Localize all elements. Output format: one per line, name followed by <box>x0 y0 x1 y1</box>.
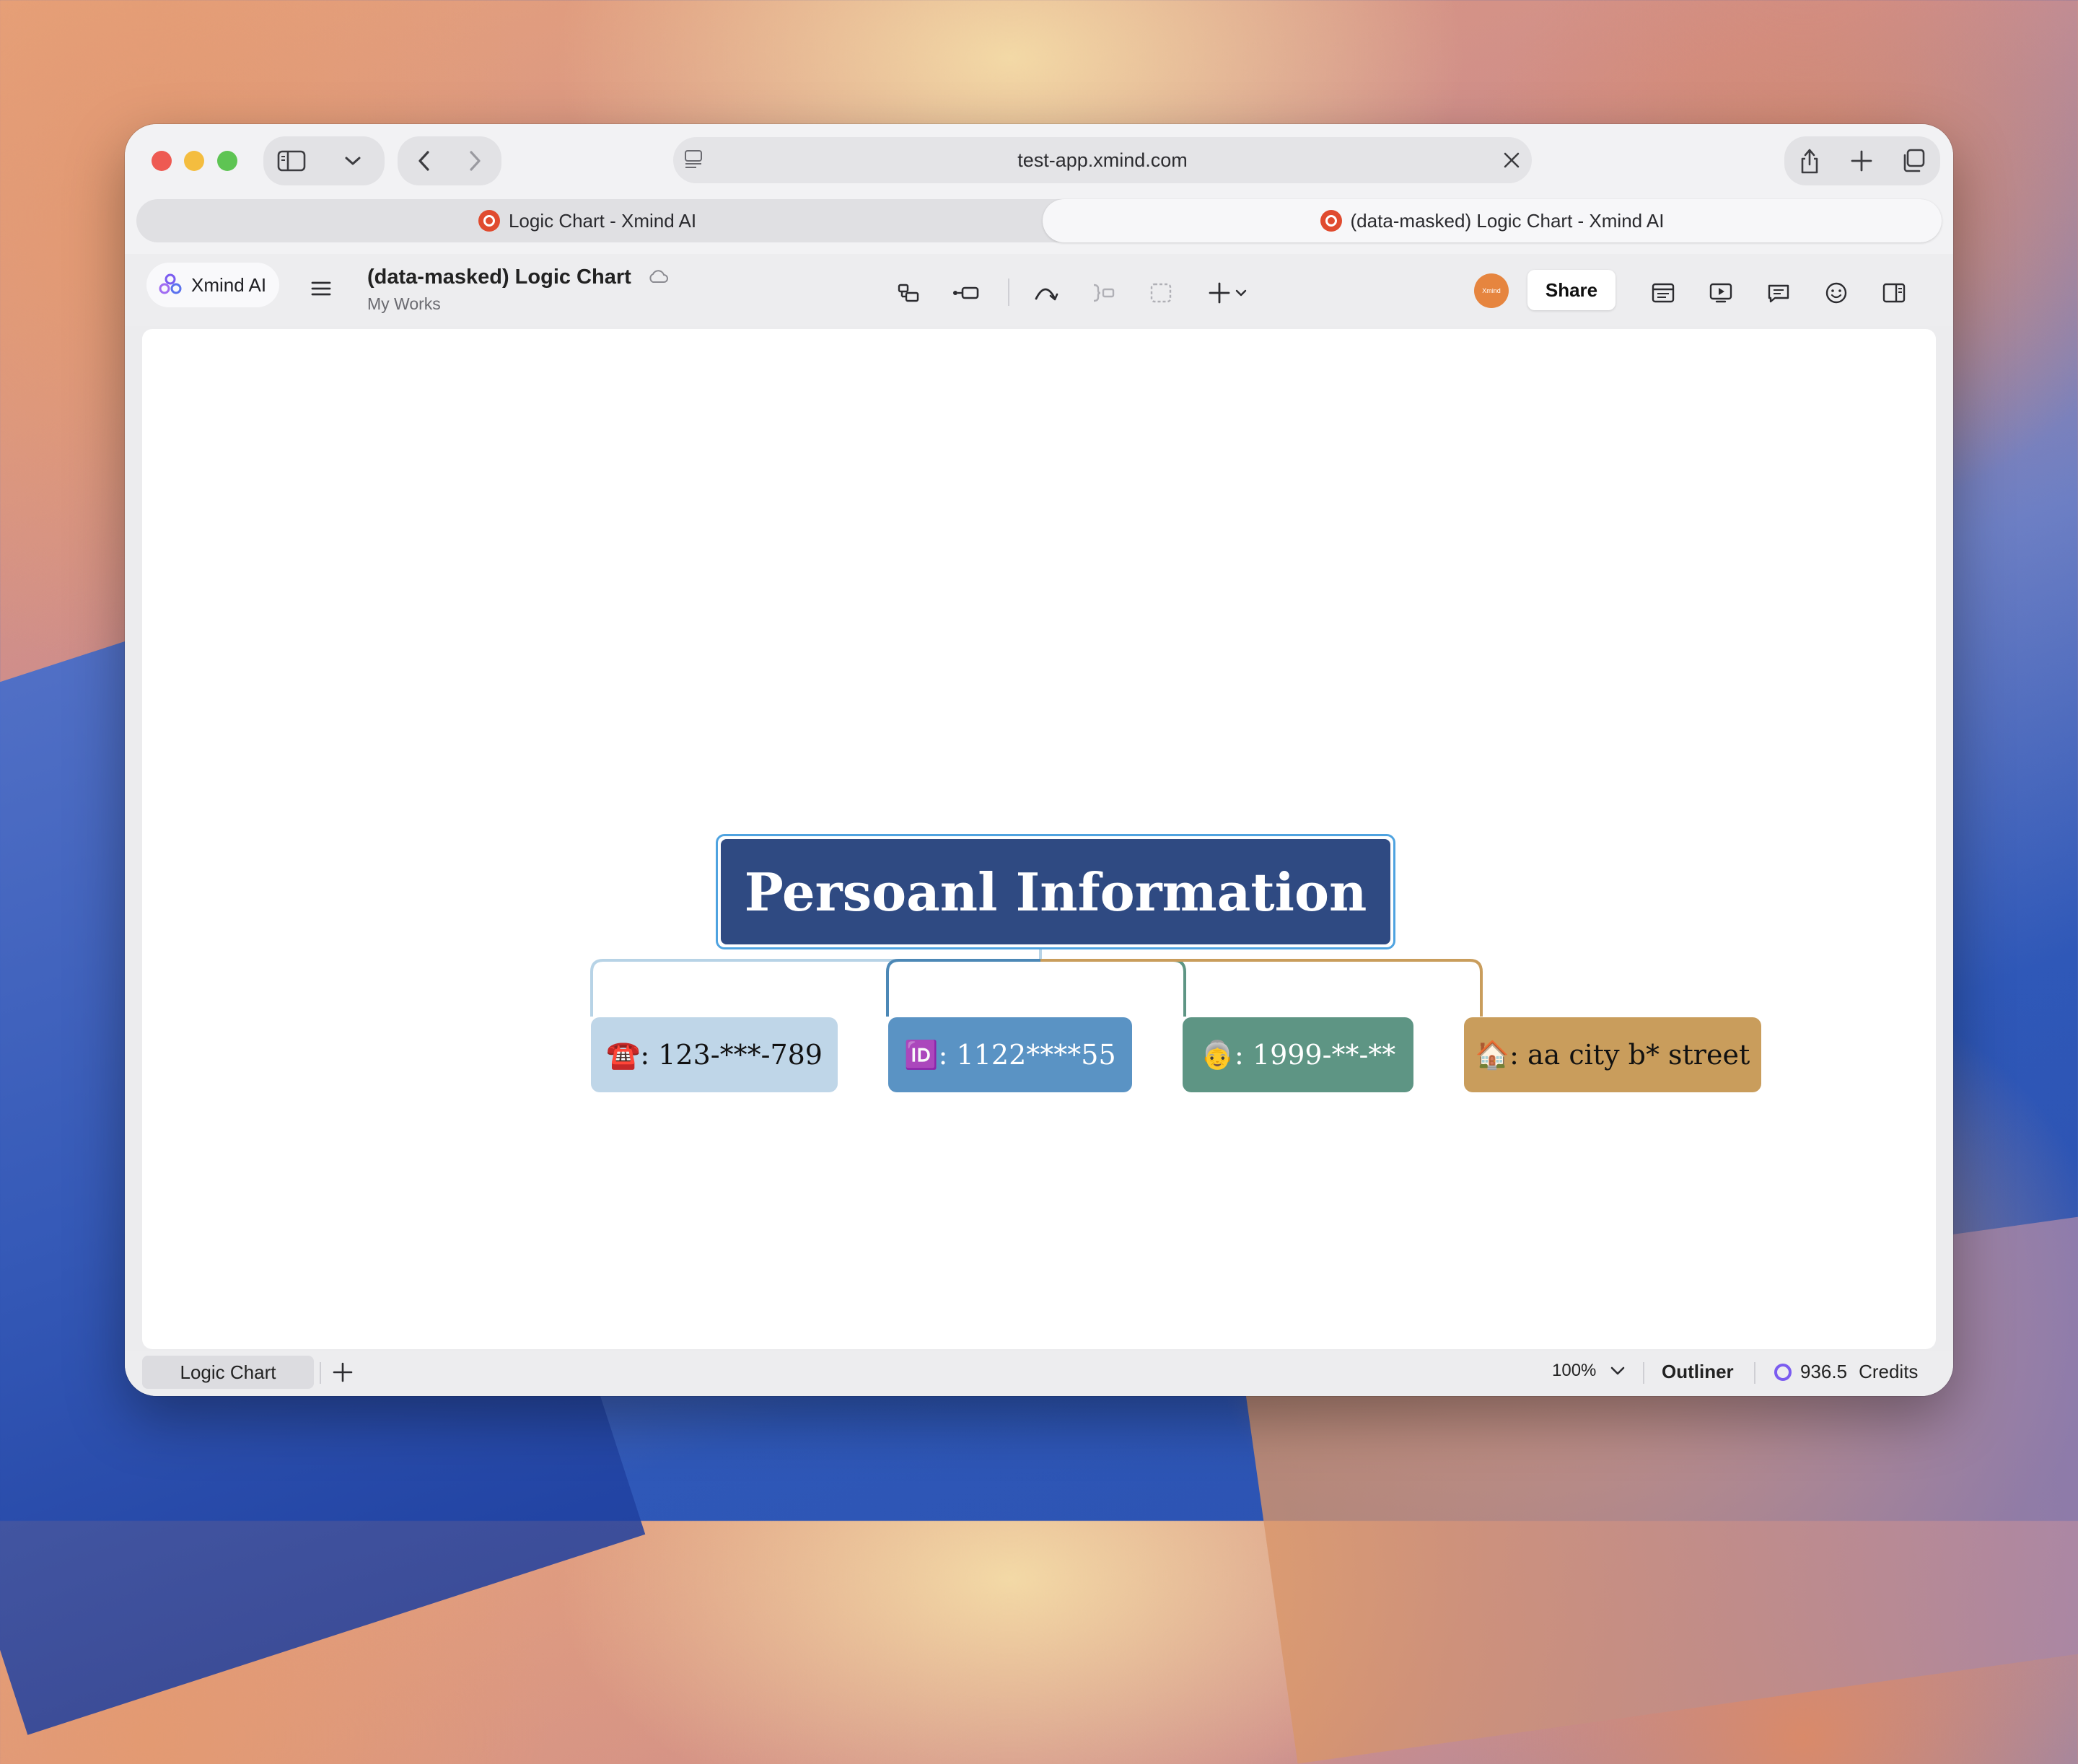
cloud-sync-icon <box>647 266 669 289</box>
minimize-window-button[interactable] <box>184 151 204 171</box>
status-divider <box>1643 1362 1644 1384</box>
emoji-sticker-icon[interactable] <box>1820 277 1852 309</box>
menu-icon[interactable] <box>305 273 337 304</box>
boundary-icon <box>1145 277 1177 309</box>
topic-id[interactable]: 🆔: 1122****55 <box>888 1017 1132 1092</box>
zoom-value: 100% <box>1552 1361 1597 1380</box>
avatar-text: Xmind <box>1482 287 1501 294</box>
tab-overview-icon[interactable] <box>1895 143 1932 179</box>
tab-strip: Logic Chart - Xmind AI (data-masked) Log… <box>136 199 1942 242</box>
browser-tab[interactable]: Logic Chart - Xmind AI <box>136 199 1038 242</box>
right-panel-toggle-icon[interactable] <box>1878 277 1910 309</box>
pitch-present-icon[interactable] <box>1705 277 1737 309</box>
document-title[interactable]: (data-masked) Logic Chart <box>367 266 669 290</box>
add-sheet-icon[interactable] <box>328 1358 357 1387</box>
topic-birthday[interactable]: 👵: 1999-**-** <box>1183 1017 1413 1092</box>
url-text: test-app.xmind.com <box>1017 149 1188 171</box>
document-location[interactable]: My Works <box>367 294 441 314</box>
forward-icon[interactable] <box>457 146 493 176</box>
avatar[interactable]: Xmind <box>1474 273 1509 308</box>
sheet-divider <box>320 1362 321 1384</box>
relationship-icon[interactable] <box>1030 277 1061 309</box>
sidebar-icon[interactable] <box>273 146 310 176</box>
xmind-favicon-icon <box>1320 210 1342 232</box>
document-title-text: (data-masked) Logic Chart <box>367 266 631 289</box>
chevron-down-icon[interactable] <box>338 146 367 176</box>
credits-indicator[interactable]: 936.5 Credits <box>1773 1361 1918 1383</box>
close-window-button[interactable] <box>152 151 172 171</box>
insert-topic-before-icon[interactable] <box>893 277 924 309</box>
topic-address[interactable]: 🏠: aa city b* street <box>1464 1017 1761 1092</box>
comments-icon[interactable] <box>1763 277 1794 309</box>
credits-ring-icon <box>1773 1362 1793 1382</box>
browser-tab-label: Logic Chart - Xmind AI <box>508 209 697 232</box>
central-topic[interactable]: Persoanl Information <box>716 834 1395 949</box>
mind-map-canvas[interactable]: Persoanl Information ☎️: 123-***-789 🆔: … <box>142 329 1936 1349</box>
xmind-favicon-icon <box>478 210 500 232</box>
page-settings-icon[interactable] <box>683 149 703 175</box>
insert-subtopic-icon[interactable] <box>950 277 982 309</box>
brand-label: Xmind AI <box>191 273 267 296</box>
format-panel-icon[interactable] <box>1647 277 1679 309</box>
zoom-window-button[interactable] <box>217 151 237 171</box>
xmind-logo-icon <box>158 273 183 297</box>
browser-window: test-app.xmind.com Logic Chart - Xmind A… <box>125 124 1953 1396</box>
share-button[interactable]: Share <box>1527 270 1616 310</box>
topic-label: 👵: 1999-**-** <box>1200 1038 1396 1071</box>
credits-label: Credits <box>1859 1361 1919 1382</box>
sheet-tab[interactable]: Logic Chart <box>142 1356 314 1389</box>
address-bar[interactable]: test-app.xmind.com <box>673 137 1532 183</box>
new-tab-icon[interactable] <box>1844 143 1880 179</box>
chevron-down-icon <box>1610 1361 1626 1380</box>
toolbar-divider <box>1008 278 1009 306</box>
back-icon[interactable] <box>406 146 442 176</box>
share-page-icon[interactable] <box>1792 143 1828 179</box>
outliner-button[interactable]: Outliner <box>1662 1361 1734 1383</box>
browser-tab-active[interactable]: (data-masked) Logic Chart - Xmind AI <box>1043 199 1942 242</box>
central-topic-label: Persoanl Information <box>721 839 1390 944</box>
clear-url-icon[interactable] <box>1501 150 1522 175</box>
topic-label: ☎️: 123-***-789 <box>606 1038 823 1071</box>
summary-icon <box>1087 277 1119 309</box>
credits-value: 936.5 <box>1800 1361 1848 1382</box>
xmind-ai-menu[interactable]: Xmind AI <box>146 263 279 307</box>
topic-label: 🆔: 1122****55 <box>904 1038 1116 1071</box>
status-divider <box>1754 1362 1755 1384</box>
zoom-level[interactable]: 100% <box>1552 1361 1626 1381</box>
browser-tab-label: (data-masked) Logic Chart - Xmind AI <box>1350 209 1665 232</box>
insert-dropdown-icon[interactable] <box>1206 277 1256 309</box>
topic-phone[interactable]: ☎️: 123-***-789 <box>591 1017 838 1092</box>
topic-label: 🏠: aa city b* street <box>1475 1038 1750 1071</box>
